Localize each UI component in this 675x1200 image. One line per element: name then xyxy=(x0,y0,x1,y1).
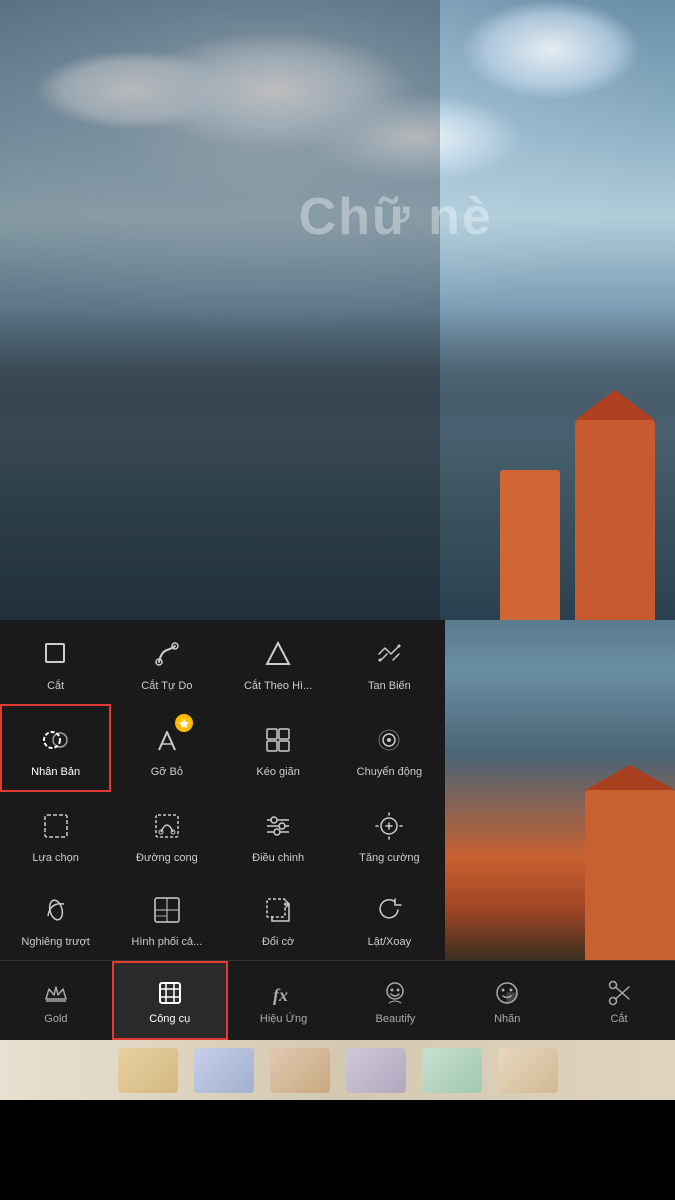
tool-go-bo-label: Gỡ Bỏ xyxy=(151,766,183,778)
adjust-icon xyxy=(258,806,298,846)
tool-hinh-phoi-label: Hình phối cả... xyxy=(131,936,202,948)
nav-hieu-ung[interactable]: fx Hiệu Ứng xyxy=(228,961,340,1040)
tool-doi-co-label: Đổi cờ xyxy=(262,936,294,948)
nav-beautify-label: Beautify xyxy=(376,1013,416,1025)
stretch-icon xyxy=(258,720,298,760)
nav-cong-cu-label: Công cụ xyxy=(149,1013,190,1025)
tool-duong-cong[interactable]: Đường cong xyxy=(111,792,222,876)
right-preview xyxy=(445,620,675,960)
tool-nghieng-truot[interactable]: Nghiêng trượt xyxy=(0,876,111,960)
collage-icon xyxy=(147,890,187,930)
sticker-icon xyxy=(491,977,523,1009)
tool-doi-co[interactable]: Đổi cờ xyxy=(223,876,334,960)
scissors-icon xyxy=(603,977,635,1009)
tool-cat-theo-hi[interactable]: Cắt Theo Hì... xyxy=(223,620,334,704)
crop-icon xyxy=(36,634,76,674)
tool-cat[interactable]: Cắt xyxy=(0,620,111,704)
gold-badge xyxy=(175,714,193,732)
tool-keo-gian-label: Kéo giãn xyxy=(256,766,299,778)
tools-panel: Cắt Cắt Tự Do xyxy=(0,620,675,960)
cloud-4 xyxy=(461,0,641,100)
tool-cat-tu-do-label: Cắt Tự Do xyxy=(141,680,192,692)
tool-row-3: Lựa chọn Đường cong xyxy=(0,792,445,876)
motion-icon xyxy=(369,720,409,760)
building-1 xyxy=(575,420,655,620)
tool-cat-theo-label: Cắt Theo Hì... xyxy=(244,680,312,692)
tool-grid-wrapper: Cắt Cắt Tự Do xyxy=(0,620,445,960)
tool-tan-bien[interactable]: Tan Biến xyxy=(334,620,445,704)
vanish-icon xyxy=(369,634,409,674)
tool-nhan-ban[interactable]: Nhân Bản xyxy=(0,704,111,792)
crown-icon xyxy=(40,977,72,1009)
tool-chuyen-dong[interactable]: Chuyển động xyxy=(334,704,445,792)
tool-go-bo[interactable]: Gỡ Bỏ xyxy=(111,704,222,792)
tool-dieu-chinh-label: Điều chinh xyxy=(252,852,304,864)
fx-icon: fx xyxy=(268,977,300,1009)
tool-lua-chon[interactable]: Lựa chọn xyxy=(0,792,111,876)
freecut-icon xyxy=(147,634,187,674)
nav-gold[interactable]: Gold xyxy=(0,961,112,1040)
ad-thumb-1 xyxy=(118,1048,178,1093)
tool-cat-tu-do[interactable]: Cắt Tự Do xyxy=(111,620,222,704)
nav-cat[interactable]: Cắt xyxy=(563,961,675,1040)
tool-hinh-phoi[interactable]: Hình phối cả... xyxy=(111,876,222,960)
photo-canvas: Chữ nè xyxy=(0,0,675,620)
tool-chuyen-dong-label: Chuyển động xyxy=(357,766,422,778)
ad-thumb-2 xyxy=(194,1048,254,1093)
removeBg-icon xyxy=(147,720,187,760)
nav-gold-label: Gold xyxy=(44,1013,67,1025)
tool-keo-gian[interactable]: Kéo giãn xyxy=(223,704,334,792)
svg-text:fx: fx xyxy=(273,985,288,1005)
tool-tan-bien-label: Tan Biến xyxy=(368,680,411,692)
ad-thumb-5 xyxy=(422,1048,482,1093)
tool-dieu-chinh[interactable]: Điều chinh xyxy=(223,792,334,876)
tool-lat-xoay[interactable]: Lật/Xoay xyxy=(334,876,445,960)
nav-nhan-label: Nhãn xyxy=(494,1013,520,1025)
rotate-icon xyxy=(369,890,409,930)
nav-beautify[interactable]: Beautify xyxy=(339,961,451,1040)
nav-nhan[interactable]: Nhãn xyxy=(451,961,563,1040)
preview-building xyxy=(585,790,675,960)
nav-cong-cu[interactable]: Công cụ xyxy=(112,961,228,1040)
nav-cat-label: Cắt xyxy=(610,1013,627,1025)
tool-nghieng-truot-label: Nghiêng trượt xyxy=(21,936,89,948)
tool-row-2: Nhân Bản Gỡ Bỏ xyxy=(0,704,445,792)
tool-tang-cuong-label: Tăng cường xyxy=(359,852,419,864)
ad-thumb-3 xyxy=(270,1048,330,1093)
curve-icon xyxy=(147,806,187,846)
tool-cat-label: Cắt xyxy=(47,680,64,692)
ad-thumb-4 xyxy=(346,1048,406,1093)
tool-tang-cuong[interactable]: Tăng cường xyxy=(334,792,445,876)
face-icon xyxy=(379,977,411,1009)
tool-duong-cong-label: Đường cong xyxy=(136,852,198,864)
tool-row-1: Cắt Cắt Tự Do xyxy=(0,620,445,704)
building-roof xyxy=(575,390,655,420)
crop-tool-icon xyxy=(154,977,186,1009)
tool-nhan-ban-label: Nhân Bản xyxy=(31,766,80,778)
ad-thumb-6 xyxy=(498,1048,558,1093)
nav-hieu-ung-label: Hiệu Ứng xyxy=(260,1013,307,1025)
left-dim xyxy=(0,0,440,620)
tool-row-4: Nghiêng trượt Hình phối cả... xyxy=(0,876,445,960)
enhance-icon xyxy=(369,806,409,846)
shapeCut-icon xyxy=(258,634,298,674)
ad-content xyxy=(118,1048,558,1093)
tool-lua-chon-label: Lựa chọn xyxy=(32,852,79,864)
tilt-icon xyxy=(36,890,76,930)
building-2 xyxy=(500,470,560,620)
clone-icon xyxy=(36,720,76,760)
preview-roof xyxy=(585,765,675,790)
ad-banner xyxy=(0,1040,675,1100)
select-icon xyxy=(36,806,76,846)
resize-icon xyxy=(258,890,298,930)
tool-lat-xoay-label: Lật/Xoay xyxy=(368,936,411,948)
bottom-nav: Gold Công cụ fx Hiệu Ứng xyxy=(0,960,675,1040)
watermark-text: Chữ nè xyxy=(299,187,493,247)
